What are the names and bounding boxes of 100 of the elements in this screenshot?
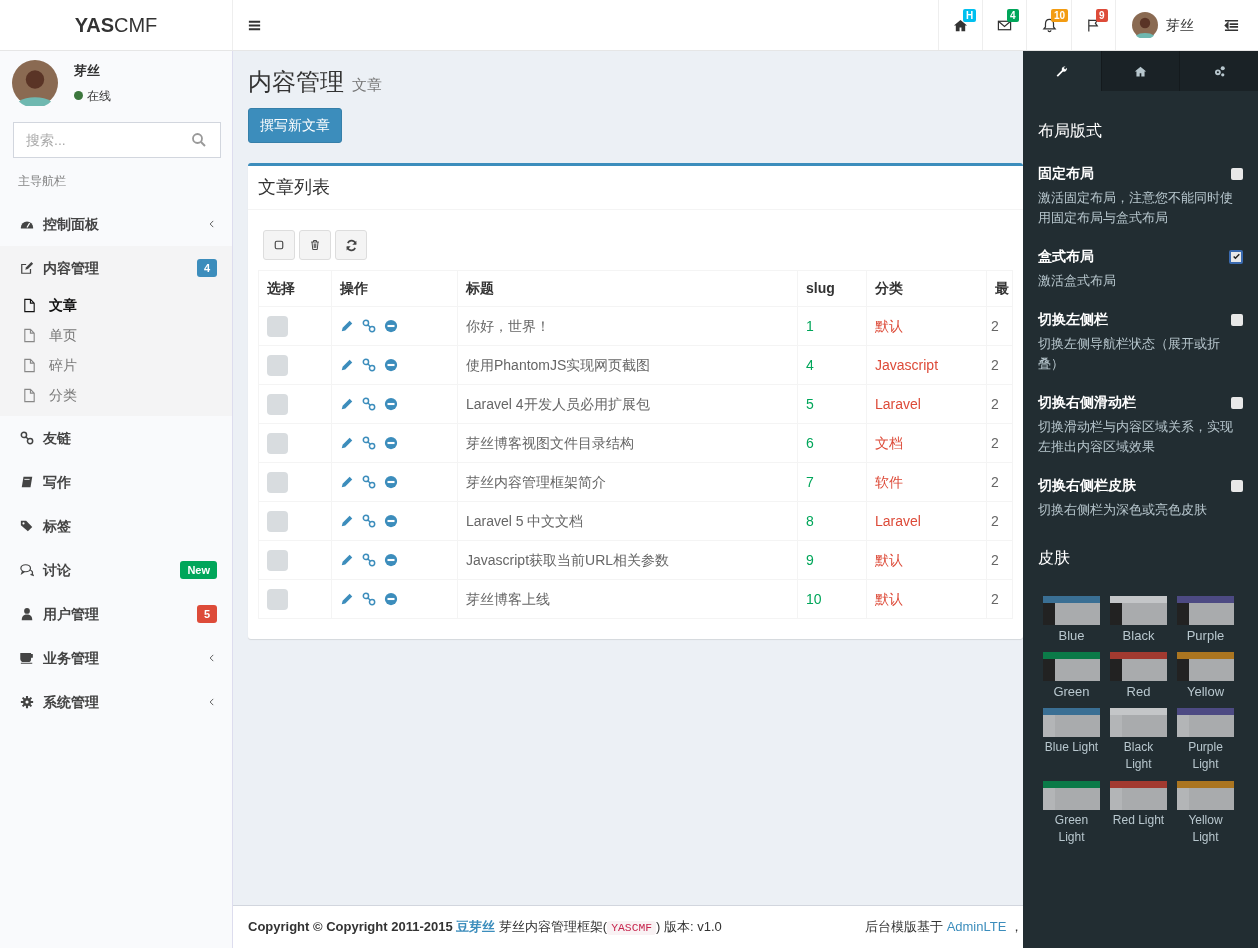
new-article-button[interactable]: 撰写新文章: [248, 108, 342, 143]
nav-item[interactable]: 系统管理: [0, 680, 232, 724]
skin-swatch[interactable]: [1043, 781, 1100, 810]
row-checkbox[interactable]: [267, 315, 288, 337]
skin-swatch[interactable]: [1110, 596, 1167, 625]
submenu-item[interactable]: 文章: [0, 290, 232, 320]
link-button[interactable]: [362, 592, 376, 606]
table-cell: 6: [797, 423, 867, 463]
submenu-item[interactable]: 单页: [0, 320, 232, 350]
skin-swatch[interactable]: [1110, 781, 1167, 810]
notification-badge: 10: [1051, 9, 1069, 22]
option-checkbox[interactable]: [1229, 249, 1243, 264]
skin-swatch[interactable]: [1177, 781, 1234, 810]
delete-button[interactable]: [384, 319, 398, 333]
nav-item[interactable]: 标签: [0, 504, 232, 548]
avatar: [1131, 12, 1158, 38]
nav-item[interactable]: 写作: [0, 460, 232, 504]
link-icon: [362, 553, 376, 567]
option-checkbox[interactable]: [1231, 167, 1243, 180]
search-field[interactable]: 搜索...: [13, 122, 221, 158]
edit-button[interactable]: [340, 553, 354, 567]
table-cell: 2: [986, 345, 1013, 385]
skin-label: Black: [1122, 627, 1155, 644]
edit-button[interactable]: [340, 358, 354, 372]
section-heading: 布局版式: [1038, 121, 1103, 141]
table-cell: 2: [986, 462, 1013, 502]
row-checkbox[interactable]: [267, 354, 288, 376]
skin-swatch[interactable]: [1110, 652, 1167, 681]
nav-item[interactable]: 用户管理 5: [0, 592, 232, 636]
table-cell: 芽丝博客上线: [457, 579, 798, 619]
skin-label: Red Light: [1112, 812, 1165, 829]
delete-button[interactable]: [384, 397, 398, 411]
notification-badge: 4: [1007, 9, 1019, 22]
minus-icon: [384, 358, 398, 372]
edit-button[interactable]: [340, 319, 354, 333]
delete-button[interactable]: [384, 553, 398, 567]
notification-badge: H: [963, 9, 977, 22]
table-cell: 2: [986, 540, 1013, 580]
skin-swatch[interactable]: [1177, 708, 1234, 737]
skin-swatch[interactable]: [1043, 708, 1100, 737]
delete-button[interactable]: [299, 230, 331, 260]
nav-item[interactable]: 内容管理 4: [0, 246, 232, 290]
nav-item[interactable]: 业务管理: [0, 636, 232, 680]
section-heading: 皮肤: [1038, 548, 1071, 568]
table-cell: 2: [986, 501, 1013, 541]
pencil-icon: [340, 592, 354, 606]
link-button[interactable]: [362, 436, 376, 450]
row-checkbox[interactable]: [267, 432, 288, 454]
user-name: 芽丝: [74, 62, 101, 81]
sidebar-tab[interactable]: [1100, 51, 1180, 91]
link-button[interactable]: [362, 358, 376, 372]
submenu-item[interactable]: 碎片: [0, 350, 232, 380]
link-button[interactable]: [362, 319, 376, 333]
option-checkbox[interactable]: [1231, 313, 1243, 326]
row-checkbox[interactable]: [267, 471, 288, 493]
delete-button[interactable]: [384, 514, 398, 528]
nav-item[interactable]: 讨论 New: [0, 548, 232, 592]
skin-swatch[interactable]: [1110, 708, 1167, 737]
delete-button[interactable]: [384, 475, 398, 489]
edit-button[interactable]: [340, 514, 354, 528]
nav-item[interactable]: 友链: [0, 416, 232, 460]
edit-button[interactable]: [340, 592, 354, 606]
row-checkbox[interactable]: [267, 393, 288, 415]
link-button[interactable]: [362, 475, 376, 489]
page-title: 内容管理: [248, 67, 344, 97]
option-label: 盒式布局: [1038, 247, 1094, 266]
link-button[interactable]: [362, 553, 376, 567]
skin-swatch[interactable]: [1177, 652, 1234, 681]
logo[interactable]: YASCMF: [74, 10, 158, 40]
edit-button[interactable]: [340, 397, 354, 411]
skin-swatch[interactable]: [1043, 652, 1100, 681]
author-link[interactable]: 豆芽丝: [456, 918, 496, 934]
delete-button[interactable]: [384, 592, 398, 606]
skin-swatch[interactable]: [1043, 596, 1100, 625]
link-button[interactable]: [362, 397, 376, 411]
option-label: 切换左侧栏: [1038, 310, 1108, 329]
option-checkbox[interactable]: [1231, 479, 1243, 492]
skin-swatch[interactable]: [1177, 596, 1234, 625]
row-checkbox[interactable]: [267, 588, 288, 610]
wrench-icon: [1055, 64, 1069, 78]
row-checkbox[interactable]: [267, 549, 288, 571]
template-link[interactable]: AdminLTE: [946, 919, 1007, 935]
select-all-button[interactable]: [263, 230, 295, 260]
row-checkbox[interactable]: [267, 510, 288, 532]
edit-button[interactable]: [340, 475, 354, 489]
tags-icon: [20, 519, 34, 533]
link-button[interactable]: [362, 514, 376, 528]
skin-label: Blue Light: [1044, 739, 1099, 756]
notification-button[interactable]: 9: [1071, 0, 1115, 50]
option-checkbox[interactable]: [1231, 396, 1243, 409]
edit-button[interactable]: [340, 436, 354, 450]
nav-item[interactable]: 控制面板: [0, 202, 232, 246]
submenu-item[interactable]: 分类: [0, 380, 232, 410]
pencil-icon: [340, 319, 354, 333]
delete-button[interactable]: [384, 358, 398, 372]
user-menu[interactable]: 芽丝: [1115, 0, 1209, 50]
refresh-button[interactable]: [335, 230, 367, 260]
delete-button[interactable]: [384, 436, 398, 450]
table-cell: 默认: [866, 306, 987, 346]
minus-icon: [384, 436, 398, 450]
